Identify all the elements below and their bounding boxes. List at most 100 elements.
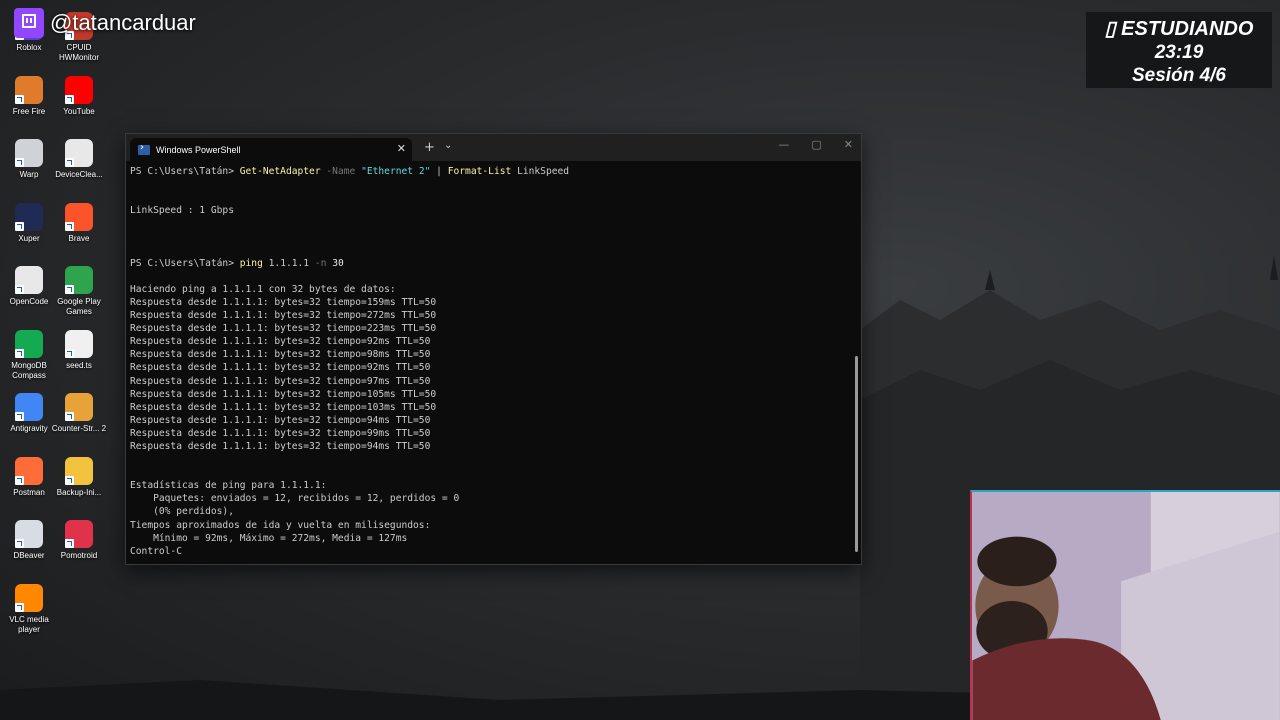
ping-reply-line: Respuesta desde 1.1.1.1: bytes=32 tiempo… — [130, 336, 431, 348]
twitch-handle: @tatancarduar — [50, 10, 196, 35]
counter-strike-icon — [65, 393, 93, 421]
shortcut-arrow-icon — [15, 94, 24, 104]
desktop-icon-brave[interactable]: Brave — [50, 202, 108, 244]
command-name: Get-NetAdapter — [239, 166, 321, 177]
command-name: ping — [239, 257, 263, 269]
linkspeed-output: LinkSpeed : 1 Gbps — [130, 205, 234, 217]
ping-stats-line: Tiempos aproximados de ida y vuelta en m… — [130, 519, 431, 531]
desktop-icon-counter-strike[interactable]: Counter-Str... 2 — [50, 393, 108, 434]
desktop-icon-label: YouTube — [63, 106, 95, 116]
desktop-icon-pomotroid[interactable]: Pomotroid — [50, 520, 108, 561]
tab-dropdown-button[interactable]: ⌄ — [444, 140, 452, 151]
ping-reply-line: Respuesta desde 1.1.1.1: bytes=32 tiempo… — [130, 310, 437, 322]
dbeaver-icon — [15, 520, 43, 548]
file-icon — [65, 139, 93, 167]
ping-stats-line: Paquetes: enviados = 12, recibidos = 12,… — [130, 493, 460, 505]
ping-reply-line: Respuesta desde 1.1.1.1: bytes=32 tiempo… — [130, 401, 437, 413]
postman-icon — [15, 456, 43, 485]
status-timer: 23:19 — [1154, 42, 1204, 63]
shortcut-arrow-icon — [15, 348, 24, 358]
shortcut-arrow-icon — [65, 412, 74, 421]
google-play-games-icon — [65, 266, 93, 294]
shortcut-arrow-icon — [65, 348, 74, 358]
shortcut-arrow-icon — [15, 221, 24, 231]
ping-stats-line: (0% perdidos), — [130, 506, 234, 518]
prompt: PS C:\Users\Tatán> — [130, 166, 234, 177]
shortcut-arrow-icon — [15, 602, 24, 612]
desktop-icon-label: DeviceClea... — [55, 170, 103, 179]
command-arg: LinkSpeed — [517, 166, 570, 177]
ping-reply-line: Respuesta desde 1.1.1.1: bytes=32 tiempo… — [130, 323, 437, 335]
study-status-overlay: ▯ ESTUDIANDO 23:19 Sesión 4/6 — [1086, 12, 1272, 88]
close-window-button[interactable]: ✕ — [844, 138, 853, 151]
warp-icon — [15, 139, 43, 167]
ping-statistics: Estadísticas de ping para 1.1.1.1: Paque… — [130, 480, 459, 556]
ping-reply-line: Respuesta desde 1.1.1.1: bytes=32 tiempo… — [130, 427, 431, 439]
desktop-icon-label: Google Play Games — [57, 297, 101, 316]
minimize-button[interactable]: — — [778, 138, 789, 151]
prompt: PS C:\Users\Tatán> — [130, 257, 234, 269]
twitch-icon — [14, 8, 44, 38]
ping-reply-line: Respuesta desde 1.1.1.1: bytes=32 tiempo… — [130, 375, 431, 387]
tab-title: Windows PowerShell — [156, 144, 241, 155]
antigravity-icon — [15, 393, 43, 421]
terminal-titlebar[interactable]: Windows PowerShell ✕ + ⌄ — ▢ ✕ — [126, 134, 861, 161]
shortcut-arrow-icon — [65, 221, 74, 231]
command-name: Format-List — [447, 166, 512, 177]
shortcut-arrow-icon — [15, 539, 24, 548]
ping-reply-line: Respuesta desde 1.1.1.1: bytes=32 tiempo… — [130, 440, 431, 452]
shortcut-arrow-icon — [15, 285, 24, 294]
ping-reply-line: Respuesta desde 1.1.1.1: bytes=32 tiempo… — [130, 296, 437, 308]
desktop-icon-youtube[interactable]: YouTube — [50, 75, 108, 117]
brave-icon — [65, 202, 93, 231]
desktop-icon-vlc[interactable]: VLC media player — [0, 583, 58, 635]
shortcut-arrow-icon — [65, 539, 74, 548]
mongodb-icon — [15, 329, 43, 358]
ping-reply-line: Respuesta desde 1.1.1.1: bytes=32 tiempo… — [130, 362, 431, 374]
new-tab-button[interactable]: + — [424, 140, 435, 155]
twitch-handle-overlay: @tatancarduar — [14, 8, 196, 38]
desktop-icon-label: CPUID HWMonitor — [58, 43, 99, 62]
shortcut-arrow-icon — [65, 475, 74, 485]
command-arg: 1.1.1.1 — [268, 257, 310, 269]
ping-reply-list: Respuesta desde 1.1.1.1: bytes=32 tiempo… — [130, 297, 436, 452]
desktop-icon-label: Backup-Ini... — [56, 487, 102, 497]
desktop-icon-folder[interactable]: Backup-Ini... — [50, 456, 108, 498]
tab-close-icon[interactable]: ✕ — [397, 142, 406, 155]
shortcut-arrow-icon — [65, 285, 74, 294]
desktop-icon-label: VLC media player — [9, 614, 49, 634]
ping-reply-line: Respuesta desde 1.1.1.1: bytes=32 tiempo… — [130, 414, 431, 426]
status-label: ▯ ESTUDIANDO — [1104, 18, 1254, 40]
youtube-icon — [65, 75, 93, 104]
tab-windows-powershell[interactable]: Windows PowerShell ✕ — [130, 138, 412, 161]
webcam-feed — [970, 490, 1280, 720]
ping-stats-line: Estadísticas de ping para 1.1.1.1: — [130, 480, 327, 492]
xuper-icon — [15, 202, 43, 231]
maximize-button[interactable]: ▢ — [811, 138, 821, 151]
shortcut-arrow-icon — [15, 158, 24, 167]
terminal-output[interactable]: PS C:\Users\Tatán> Get-NetAdapter -Name … — [130, 165, 851, 558]
shortcut-arrow-icon — [15, 475, 24, 485]
desktop-icon-google-play-games[interactable]: Google Play Games — [50, 266, 108, 317]
file-icon — [65, 329, 93, 358]
command-string: "Ethernet 2" — [361, 166, 431, 177]
vlc-icon — [15, 583, 43, 612]
shortcut-arrow-icon — [15, 412, 24, 421]
shortcut-arrow-icon — [65, 158, 74, 167]
ping-header: Haciendo ping a 1.1.1.1 con 32 bytes de … — [130, 283, 396, 295]
desktop-icon-file[interactable]: seed.ts — [50, 329, 108, 371]
desktop-icon-file[interactable]: DeviceClea... — [50, 139, 108, 180]
pipe-symbol: | — [436, 166, 442, 177]
powershell-icon — [138, 142, 150, 155]
pomotroid-icon — [65, 520, 93, 548]
command-param: -n — [314, 257, 327, 269]
opencode-icon — [15, 266, 43, 294]
terminal-window[interactable]: Windows PowerShell ✕ + ⌄ — ▢ ✕ PS C:\Use… — [125, 133, 862, 565]
status-session: Sesión 4/6 — [1132, 65, 1226, 86]
desktop-icon-label: Pomotroid — [60, 551, 98, 560]
command-number: 30 — [332, 257, 344, 269]
terminal-scrollbar[interactable] — [855, 356, 858, 552]
desktop-icon-label: Brave — [68, 233, 90, 243]
command-param: -Name — [326, 166, 356, 177]
folder-icon — [65, 456, 93, 485]
